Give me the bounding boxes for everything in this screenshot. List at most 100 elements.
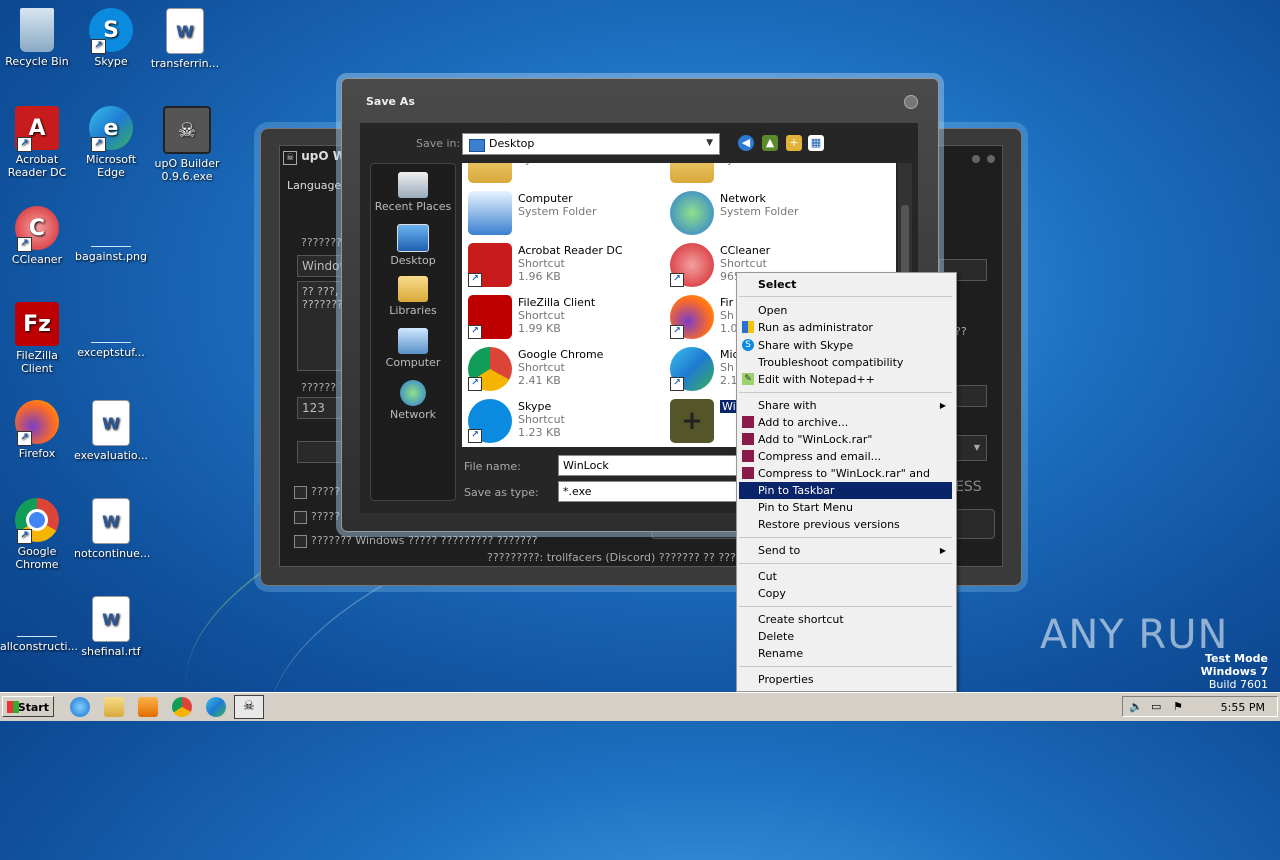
chrome-icon: ↗ xyxy=(15,498,59,544)
dialog-close-button[interactable] xyxy=(904,95,918,109)
back-icon[interactable]: ◀ xyxy=(738,135,754,151)
speaker-icon[interactable]: 🔈 xyxy=(1129,700,1143,713)
desktop-icon-ccleaner[interactable]: C ↗ CCleaner xyxy=(0,206,74,266)
explorer-icon[interactable] xyxy=(104,697,124,717)
desktop-icon-skype[interactable]: S ↗ Skype xyxy=(74,8,148,68)
upo-window-title: ☠ upO Wi xyxy=(283,149,350,165)
edge-icon[interactable] xyxy=(206,697,226,717)
desktop-icon-bagainst[interactable]: bagainst.png xyxy=(74,206,148,263)
menu-language[interactable]: Language xyxy=(287,179,341,192)
file-item[interactable]: ↗ Skype Shortcut 1.23 KB xyxy=(464,397,664,447)
place-desktop[interactable]: Desktop xyxy=(371,224,455,267)
winrar-icon xyxy=(742,450,754,462)
menu-item-add-archive[interactable]: Add to archive... xyxy=(739,414,952,431)
recent-places-icon xyxy=(398,172,428,198)
place-libraries[interactable]: Libraries xyxy=(371,276,455,317)
clock[interactable]: 5:55 PM xyxy=(1221,701,1265,714)
file-item[interactable]: Network System Folder xyxy=(666,189,866,241)
desktop-icon-edge[interactable]: e ↗ Microsoft Edge xyxy=(74,106,148,179)
desktop-icon-exceptstuf[interactable]: exceptstuf... xyxy=(74,302,148,359)
menu-item-notepadpp[interactable]: ✎ Edit with Notepad++ xyxy=(739,371,952,388)
winrar-icon xyxy=(742,467,754,479)
ccleaner-icon: C ↗ xyxy=(15,206,59,252)
submenu-arrow-icon: ▶ xyxy=(939,401,946,410)
menu-item-share-with[interactable]: Share with ▶ xyxy=(739,397,952,414)
menu-item-add-rar[interactable]: Add to "WinLock.rar" xyxy=(739,431,952,448)
shortcut-arrow-icon: ↗ xyxy=(17,529,32,544)
save-in-dropdown[interactable]: Desktop ▼ xyxy=(462,133,720,155)
desktop-icon-recycle-bin[interactable]: Recycle Bin xyxy=(0,8,74,68)
desktop-icon-allconstructi[interactable]: allconstructi... xyxy=(0,596,78,653)
desktop-icon-acrobat[interactable]: A ↗ Acrobat Reader DC xyxy=(0,106,74,179)
skype-icon: S ↗ xyxy=(89,8,133,54)
notepad-icon: ✎ xyxy=(742,373,754,385)
start-button[interactable]: Start xyxy=(2,696,54,717)
recycle-bin-icon xyxy=(20,8,54,52)
libraries-icon xyxy=(398,276,428,302)
new-folder-icon[interactable]: + xyxy=(786,135,802,151)
menu-item-open[interactable]: Open xyxy=(739,302,952,319)
word-doc-icon: W xyxy=(92,400,130,446)
close-button[interactable] xyxy=(987,155,995,163)
menu-item-pin-start[interactable]: Pin to Start Menu xyxy=(739,499,952,516)
menu-item-create-shortcut[interactable]: Create shortcut xyxy=(739,611,952,628)
context-menu[interactable]: Select Open Run as administrator S Share … xyxy=(736,272,957,692)
menu-item-delete[interactable]: Delete xyxy=(739,628,952,645)
menu-item-properties[interactable]: Properties xyxy=(739,671,952,688)
desktop-icon-firefox[interactable]: ↗ Firefox xyxy=(0,400,74,460)
file-item[interactable]: ↗ FileZilla Client Shortcut 1.99 KB xyxy=(464,293,664,345)
menu-item-compress-rar-email[interactable]: Compress to "WinLock.rar" and email xyxy=(739,465,952,497)
ie-icon[interactable] xyxy=(70,697,90,717)
desktop-icon-upo-builder[interactable]: ☠ upO Builder 0.9.6.exe xyxy=(150,106,224,183)
blank-file-icon xyxy=(17,596,57,637)
desktop-icon xyxy=(469,139,485,152)
menu-item-send-to[interactable]: Send to ▶ xyxy=(739,542,952,559)
menu-item-rename[interactable]: Rename xyxy=(739,645,952,662)
file-item[interactable]: System Folder xyxy=(666,163,866,189)
desktop-icon-notcontinue[interactable]: W notcontinue... xyxy=(74,498,150,560)
menu-item-share-skype[interactable]: S Share with Skype xyxy=(739,337,952,354)
skull-app-icon[interactable]: ☠ xyxy=(234,695,264,719)
minimize-button[interactable] xyxy=(971,155,980,163)
place-network[interactable]: Network xyxy=(371,380,455,421)
bg-checkbox-1[interactable] xyxy=(294,486,307,499)
menu-item-run-as-admin[interactable]: Run as administrator xyxy=(739,319,952,336)
desktop-icon-transferrin[interactable]: W transferrin... xyxy=(148,8,222,70)
file-item[interactable]: ↗ Google Chrome Shortcut 2.41 KB xyxy=(464,345,664,397)
desktop-icon-shefinal[interactable]: W shefinal.rtf xyxy=(74,596,148,658)
file-item[interactable]: ↗ Acrobat Reader DC Shortcut 1.96 KB xyxy=(464,241,664,293)
libraries-folder-icon xyxy=(468,163,512,183)
bg-chk-label-3: ??????? Windows ????? ????????? ??????? xyxy=(311,534,538,547)
acrobat-icon: ↗ xyxy=(468,243,512,287)
view-menu-icon[interactable]: ▦ xyxy=(808,135,824,151)
chrome-icon[interactable] xyxy=(172,697,192,717)
media-player-icon[interactable] xyxy=(138,697,158,717)
save-type-dropdown[interactable]: *.exe xyxy=(558,481,738,502)
desktop-icon-filezilla[interactable]: Fz FileZilla Client xyxy=(0,302,74,375)
desktop-icon-chrome[interactable]: ↗ Google Chrome xyxy=(0,498,74,571)
submenu-arrow-icon: ▶ xyxy=(939,546,946,555)
bg-checkbox-3[interactable] xyxy=(294,535,307,548)
menu-item-cut[interactable]: Cut xyxy=(739,568,952,585)
bg-chk-label-2: ????? xyxy=(311,510,341,523)
place-recent[interactable]: Recent Places xyxy=(371,172,455,213)
filezilla-icon: ↗ xyxy=(468,295,512,339)
menu-item-select[interactable]: Select xyxy=(739,276,952,293)
menu-item-compress-email[interactable]: Compress and email... xyxy=(739,448,952,465)
file-item[interactable]: Computer System Folder xyxy=(464,189,664,241)
network-icon[interactable]: ▭ xyxy=(1151,700,1161,713)
action-center-flag-icon[interactable]: ⚑ xyxy=(1173,700,1183,713)
bg-checkbox-2[interactable] xyxy=(294,511,307,524)
desktop-icon-exevaluatio[interactable]: W exevaluatio... xyxy=(74,400,148,462)
desktop-icon xyxy=(397,224,429,252)
blank-file-icon xyxy=(91,206,131,247)
file-name-input[interactable]: WinLock xyxy=(558,455,738,476)
menu-item-troubleshoot[interactable]: Troubleshoot compatibility xyxy=(739,354,952,371)
menu-item-restore-versions[interactable]: Restore previous versions xyxy=(739,516,952,533)
up-folder-icon[interactable]: ▲ xyxy=(762,135,778,151)
menu-item-copy[interactable]: Copy xyxy=(739,585,952,602)
file-item[interactable]: System Folder xyxy=(464,163,664,189)
menu-item-pin-taskbar[interactable]: Pin to Taskbar xyxy=(739,482,952,499)
dialog-title: Save As xyxy=(366,95,415,108)
place-computer[interactable]: Computer xyxy=(371,328,455,369)
